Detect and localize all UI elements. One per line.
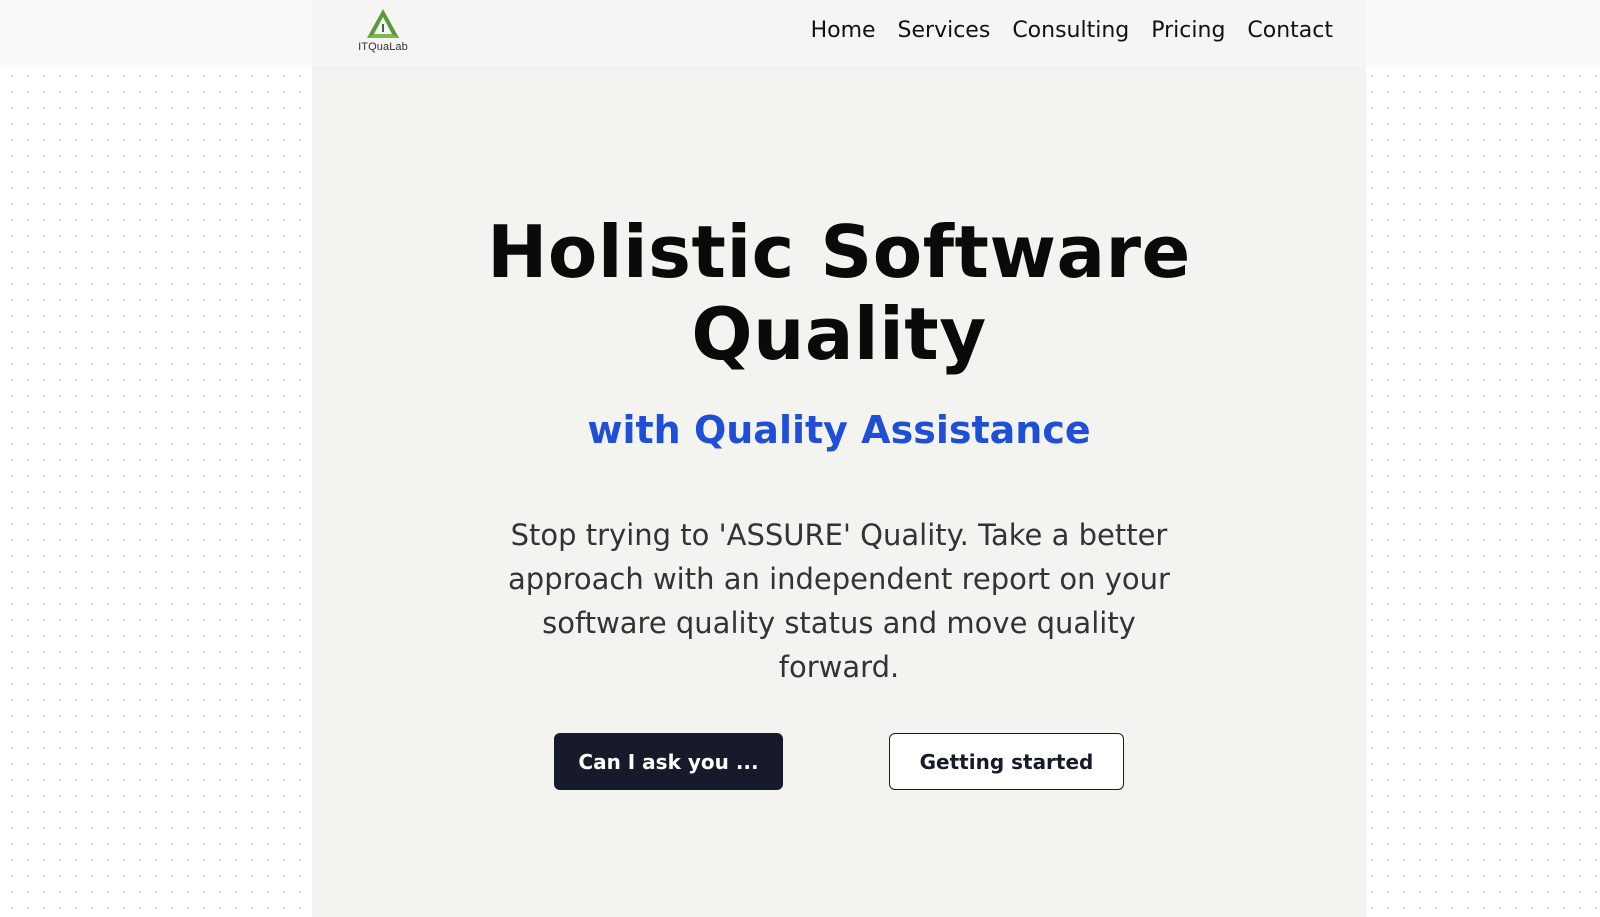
ask-question-button[interactable]: Can I ask you ... [554,733,783,790]
nav-contact[interactable]: Contact [1247,14,1333,48]
site-header: ITQuaLab Home Services Consulting Pricin… [0,0,1600,67]
getting-started-button[interactable]: Getting started [889,733,1124,790]
main-nav: Home Services Consulting Pricing Contact [811,14,1333,48]
logo-text: ITQuaLab [358,41,408,53]
hero-description: Stop trying to 'ASSURE' Quality. Take a … [508,518,1170,684]
hero-title-line2: Quality [691,292,987,376]
nav-pricing[interactable]: Pricing [1151,14,1225,48]
hero-subtitle: with Quality Assistance [587,408,1091,452]
hero-title: Holistic Software Quality [312,211,1366,375]
triangle-logo-icon [367,9,399,38]
nav-home[interactable]: Home [811,14,876,48]
nav-services[interactable]: Services [898,14,991,48]
hero-panel: Holistic Software Quality with Quality A… [312,67,1366,917]
header-bar: ITQuaLab Home Services Consulting Pricin… [312,0,1366,67]
nav-consulting[interactable]: Consulting [1012,14,1129,48]
logo-link[interactable]: ITQuaLab [356,8,410,58]
hero-title-line1: Holistic Software [487,210,1191,294]
